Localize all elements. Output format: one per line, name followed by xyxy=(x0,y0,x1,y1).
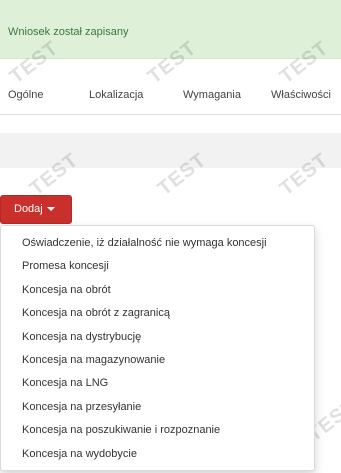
menu-item-koncesja-obrot[interactable]: Koncesja na obrót xyxy=(1,279,314,302)
menu-item-koncesja-wydobycie[interactable]: Koncesja na wydobycie xyxy=(1,443,314,466)
menu-item-koncesja-lng[interactable]: Koncesja na LNG xyxy=(1,372,314,395)
add-dropdown-menu: Oświadczenie, iż działalność nie wymaga … xyxy=(0,225,315,471)
tab-wlasciwosci[interactable]: Właściwości xyxy=(271,89,331,101)
success-alert: Wniosek został zapisany xyxy=(0,0,341,59)
menu-item-koncesja-obrot-zagranica[interactable]: Koncesja na obrót z zagranicą xyxy=(1,302,314,325)
tab-lokalizacja[interactable]: Lokalizacja xyxy=(89,89,143,101)
alert-message: Wniosek został zapisany xyxy=(8,26,129,38)
tab-wymagania[interactable]: Wymagania xyxy=(183,89,241,101)
menu-item-koncesja-dystrybucja[interactable]: Koncesja na dystrybucję xyxy=(1,326,314,349)
caret-down-icon xyxy=(46,207,55,212)
menu-item-koncesja-poszukiwanie[interactable]: Koncesja na poszukiwanie i rozpoznanie xyxy=(1,419,314,442)
menu-item-koncesja-magazynowanie[interactable]: Koncesja na magazynowanie xyxy=(1,349,314,372)
tab-ogolne[interactable]: Ogólne xyxy=(8,89,43,101)
menu-item-oswiadczenie[interactable]: Oświadczenie, iż działalność nie wymaga … xyxy=(1,232,314,255)
menu-item-koncesja-przesylanie[interactable]: Koncesja na przesyłanie xyxy=(1,396,314,419)
add-dropdown-button[interactable]: Dodaj xyxy=(0,195,72,224)
menu-item-promesa-koncesji[interactable]: Promesa koncesji xyxy=(1,255,314,278)
page: Wniosek został zapisany TEST TEST TEST O… xyxy=(0,0,341,473)
add-button-label: Dodaj xyxy=(14,203,43,215)
toolbar-band xyxy=(0,133,341,168)
tab-bar: Ogólne Lokalizacja Wymagania Właściwości xyxy=(0,79,341,115)
